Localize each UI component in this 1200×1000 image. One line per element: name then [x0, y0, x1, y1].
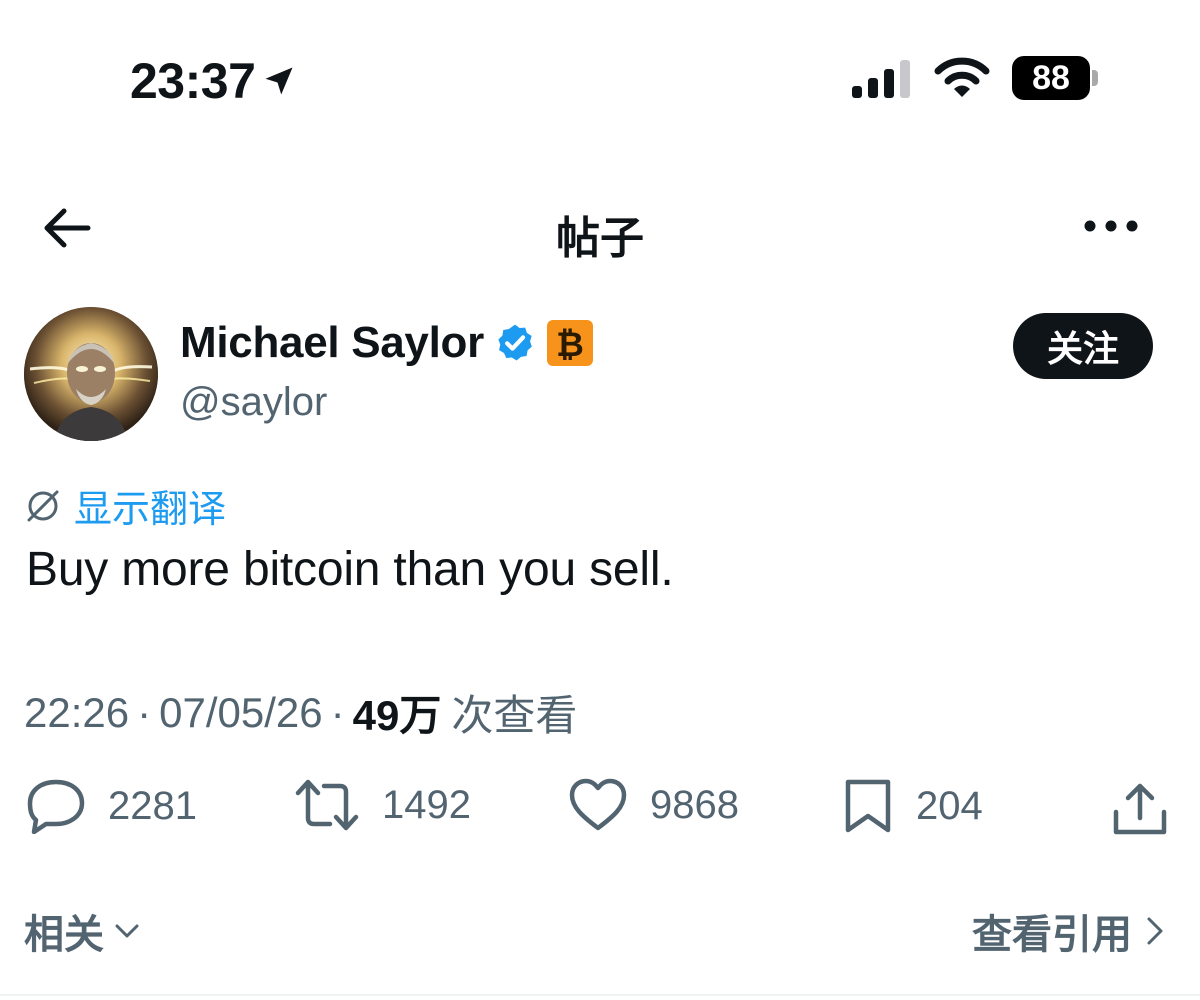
bitcoin-badge-icon: ₿	[546, 320, 593, 366]
view-quotes-link[interactable]: 查看引用	[972, 902, 1168, 960]
view-quotes-label: 查看引用	[972, 913, 1132, 957]
reply-icon	[27, 779, 85, 834]
more-options-button[interactable]	[1082, 206, 1142, 246]
follow-button[interactable]: 关注	[1013, 313, 1153, 379]
status-indicators: 88	[850, 56, 1098, 100]
bookmark-count: 204	[916, 783, 983, 828]
battery-indicator: 88	[1012, 56, 1098, 100]
chevron-right-icon	[1147, 917, 1163, 945]
reply-button[interactable]: 2281	[26, 778, 197, 834]
battery-level: 88	[1012, 56, 1090, 100]
tweet-text: Buy more bitcoin than you sell.	[26, 543, 674, 596]
back-button[interactable]	[40, 202, 92, 254]
chevron-down-icon	[115, 924, 139, 938]
battery-nub	[1092, 70, 1098, 86]
tweet-time[interactable]: 22:26	[24, 689, 129, 737]
status-time: 23:37	[130, 52, 297, 110]
like-button[interactable]: 9868	[568, 778, 739, 832]
tweet-meta: 22:26 · 07/05/26 · 49万 次查看	[24, 682, 577, 743]
divider	[0, 994, 1200, 996]
views-label: 次查看	[451, 692, 578, 739]
translate-icon	[27, 490, 59, 521]
ellipsis-icon	[1084, 220, 1138, 232]
related-dropdown[interactable]: 相关	[24, 902, 142, 960]
location-arrow-icon	[265, 67, 293, 95]
meta-separator: ·	[330, 688, 345, 736]
bookmark-icon	[845, 779, 891, 833]
avatar-image	[24, 307, 158, 441]
author-name-row: Michael Saylor ₿	[180, 318, 594, 368]
meta-separator: ·	[137, 688, 152, 736]
bitcoin-symbol: ₿	[556, 325, 584, 365]
retweet-count: 1492	[382, 782, 471, 827]
reply-count: 2281	[108, 783, 197, 828]
cellular-signal-icon	[852, 60, 910, 98]
share-icon	[1113, 783, 1167, 835]
like-count: 9868	[650, 782, 739, 827]
wifi-icon	[934, 57, 990, 97]
heart-icon	[569, 778, 627, 831]
retweet-button[interactable]: 1492	[294, 778, 471, 832]
avatar[interactable]	[24, 307, 158, 441]
share-button[interactable]	[1112, 782, 1168, 836]
views-count[interactable]: 49万	[353, 682, 442, 743]
tweet-date[interactable]: 07/05/26	[159, 689, 323, 737]
translate-label: 显示翻译	[74, 489, 227, 531]
author-name[interactable]: Michael Saylor	[180, 318, 484, 368]
related-label: 相关	[24, 913, 104, 957]
verified-badge-icon	[498, 324, 532, 361]
retweet-icon	[295, 779, 359, 831]
status-time-text: 23:37	[130, 53, 256, 109]
bookmark-button[interactable]: 204	[842, 778, 983, 834]
arrow-left-icon	[44, 208, 91, 248]
page-title: 帖子	[556, 214, 644, 263]
show-translation-link[interactable]: 显示翻译	[24, 478, 226, 533]
author-handle[interactable]: @saylor	[180, 380, 327, 425]
